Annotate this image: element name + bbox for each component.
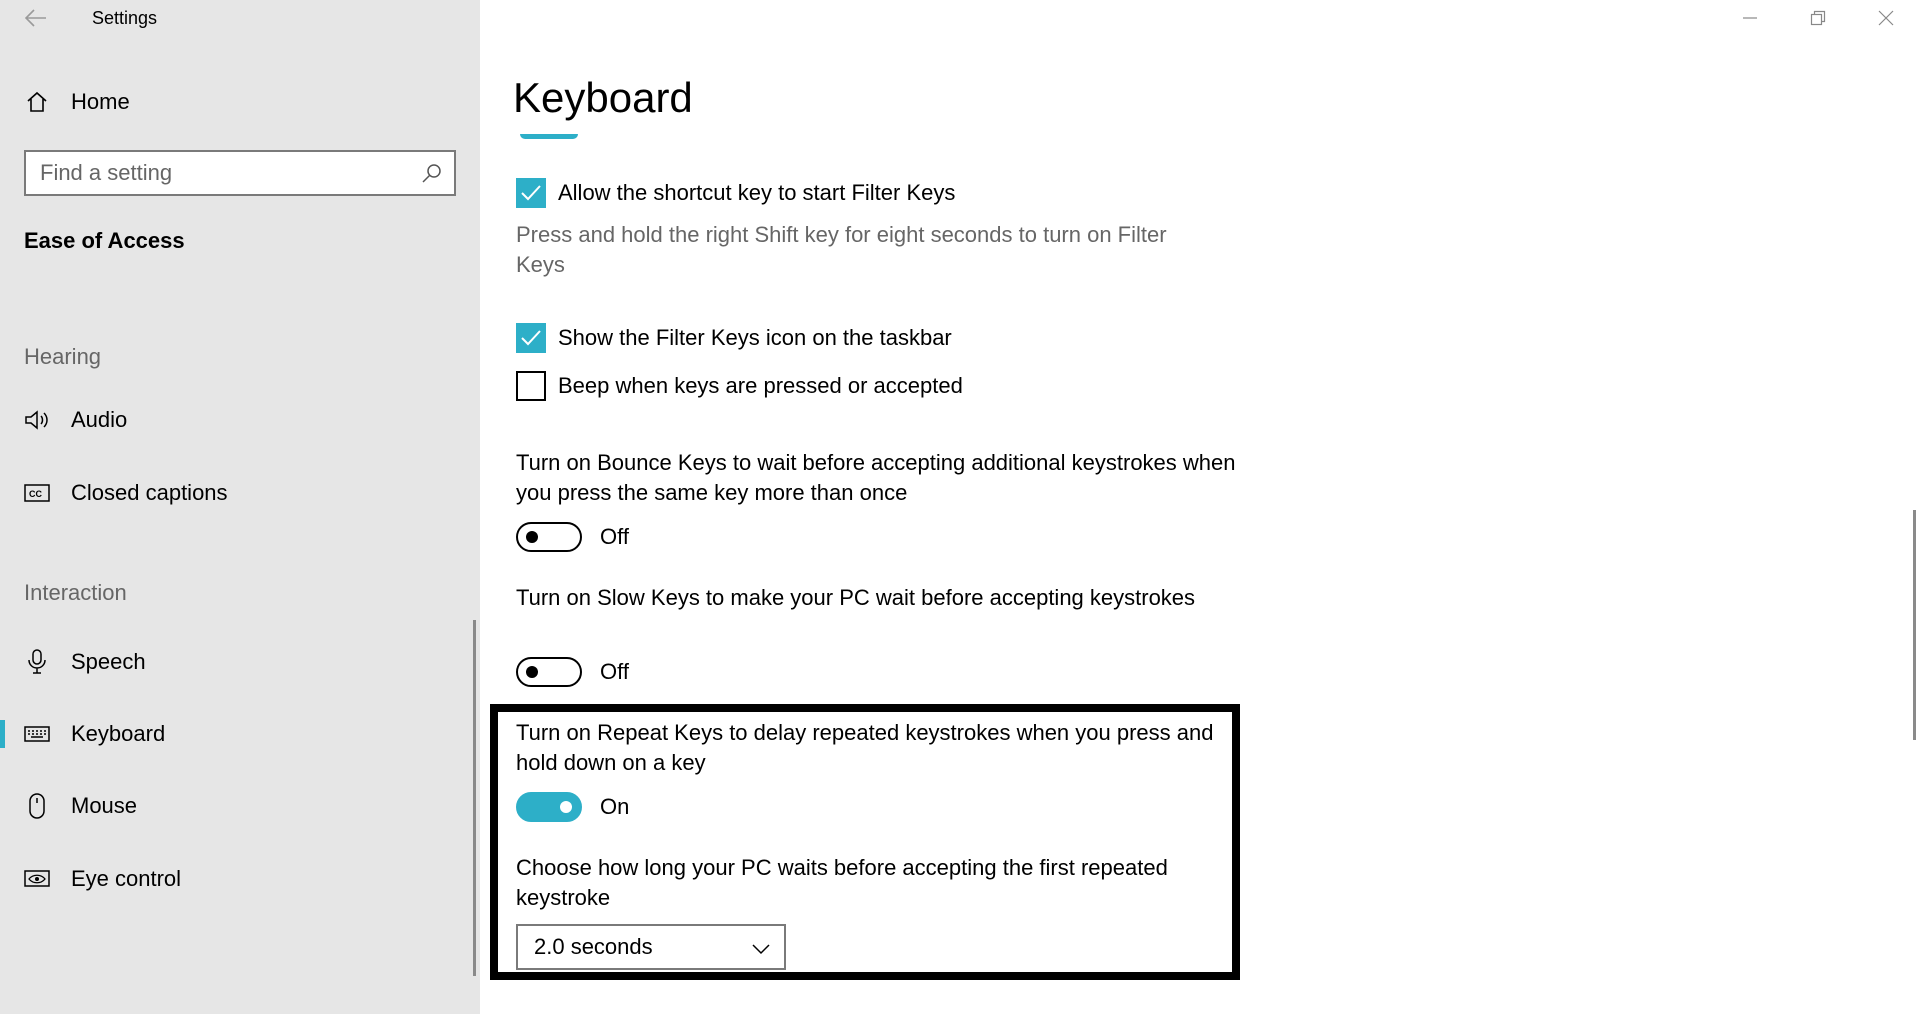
eye-control-icon: [24, 866, 50, 892]
minimize-icon: [1743, 17, 1757, 19]
sidebar-item-label: Closed captions: [71, 480, 228, 505]
filter-shortcut-checkbox[interactable]: [516, 178, 546, 208]
slow-keys-state: Off: [600, 659, 629, 684]
beep-label: Beep when keys are pressed or accepted: [558, 373, 963, 398]
filter-icon-label: Show the Filter Keys icon on the taskbar: [558, 325, 952, 350]
slow-keys-toggle-row[interactable]: Off: [516, 657, 629, 687]
microphone-icon: [24, 649, 50, 675]
repeat-delay-dropdown[interactable]: 2.0 seconds: [516, 924, 786, 970]
filter-shortcut-row[interactable]: Allow the shortcut key to start Filter K…: [516, 178, 955, 208]
sidebar-item-label: Speech: [71, 649, 146, 674]
minimize-button[interactable]: [1716, 0, 1784, 36]
window-controls: [1716, 0, 1920, 36]
toggle-knob: [560, 801, 572, 813]
group-header-hearing: Hearing: [24, 344, 102, 369]
speaker-icon: [24, 407, 50, 433]
main-content: Keyboard Allow the shortcut key to start…: [480, 0, 1920, 1014]
sidebar-item-keyboard[interactable]: Keyboard: [0, 706, 470, 762]
repeat-keys-text: Turn on Repeat Keys to delay repeated ke…: [516, 720, 1214, 775]
sidebar: Settings Home Ease of Access Hearing Aud…: [0, 0, 480, 1014]
sidebar-scrollbar[interactable]: [473, 620, 476, 976]
checkmark-icon: [521, 330, 541, 346]
search-box[interactable]: [24, 150, 456, 196]
bounce-keys-toggle[interactable]: [516, 522, 582, 552]
nav-home-label: Home: [71, 89, 130, 114]
home-icon: [24, 89, 50, 115]
back-button[interactable]: [22, 4, 50, 32]
keyboard-icon: [24, 721, 50, 747]
sidebar-item-closed-captions[interactable]: CC Closed captions: [0, 465, 470, 521]
repeat-keys-state: On: [600, 794, 630, 819]
partial-toggle-edge: [520, 134, 578, 139]
repeat-keys-toggle[interactable]: [516, 792, 582, 822]
page-title: Keyboard: [513, 74, 693, 121]
main-scrollbar[interactable]: [1913, 510, 1916, 740]
sidebar-item-audio[interactable]: Audio: [0, 392, 470, 448]
selection-indicator: [0, 720, 5, 748]
group-header-interaction: Interaction: [24, 580, 127, 605]
bounce-keys-toggle-row[interactable]: Off: [516, 522, 629, 552]
filter-shortcut-description: Press and hold the right Shift key for e…: [516, 222, 1167, 277]
beep-checkbox[interactable]: [516, 371, 546, 401]
repeat-delay-value: 2.0 seconds: [534, 934, 653, 959]
sidebar-item-label: Eye control: [71, 866, 182, 891]
filter-icon-row[interactable]: Show the Filter Keys icon on the taskbar: [516, 323, 952, 353]
search-icon[interactable]: [420, 162, 444, 186]
svg-text:CC: CC: [29, 489, 42, 499]
close-icon: [1878, 10, 1894, 26]
restore-icon: [1810, 10, 1826, 26]
search-input[interactable]: [40, 158, 410, 188]
sidebar-item-mouse[interactable]: Mouse: [0, 778, 470, 834]
bounce-keys-text: Turn on Bounce Keys to wait before accep…: [516, 450, 1236, 505]
sidebar-item-label: Keyboard: [71, 721, 166, 746]
toggle-knob: [526, 531, 538, 543]
slow-keys-toggle[interactable]: [516, 657, 582, 687]
section-title: Ease of Access: [24, 228, 185, 253]
restore-button[interactable]: [1784, 0, 1852, 36]
toggle-knob: [526, 666, 538, 678]
repeat-keys-toggle-row[interactable]: On: [516, 792, 629, 822]
repeat-delay-text: Choose how long your PC waits before acc…: [516, 855, 1168, 910]
checkmark-icon: [521, 185, 541, 201]
slow-keys-text: Turn on Slow Keys to make your PC wait b…: [516, 585, 1196, 610]
closed-captions-icon: CC: [24, 480, 50, 506]
sidebar-item-label: Audio: [71, 407, 128, 432]
back-arrow-icon: [25, 9, 46, 27]
mouse-icon: [24, 793, 50, 819]
chevron-down-icon: [752, 944, 770, 955]
filter-shortcut-label: Allow the shortcut key to start Filter K…: [558, 180, 956, 205]
titlebar-left: Settings: [0, 0, 480, 36]
beep-row[interactable]: Beep when keys are pressed or accepted: [516, 371, 963, 401]
nav-home[interactable]: Home: [0, 80, 470, 124]
close-button[interactable]: [1852, 0, 1920, 36]
sidebar-item-speech[interactable]: Speech: [0, 634, 470, 690]
sidebar-item-eye-control[interactable]: Eye control: [0, 851, 470, 907]
bounce-keys-state: Off: [600, 524, 629, 549]
sidebar-item-label: Mouse: [71, 793, 138, 818]
filter-icon-checkbox[interactable]: [516, 323, 546, 353]
app-title: Settings: [92, 8, 158, 28]
